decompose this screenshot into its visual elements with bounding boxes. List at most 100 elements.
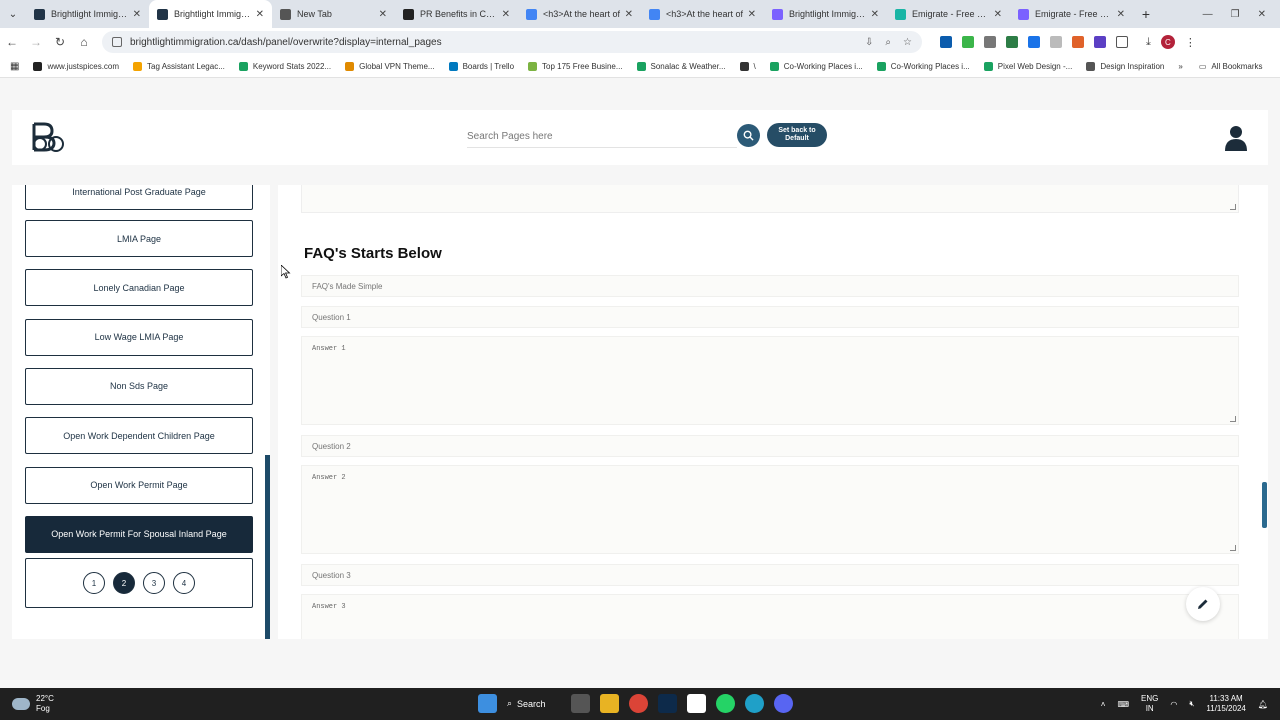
close-tab-icon[interactable]: ✕ xyxy=(1117,9,1125,20)
extension-icon[interactable] xyxy=(1006,36,1018,48)
close-window-icon[interactable]: ✕ xyxy=(1258,9,1266,20)
sidebar-page-item[interactable]: Open Work Dependent Children Page xyxy=(25,417,253,455)
close-tab-icon[interactable]: ✕ xyxy=(133,9,141,20)
extension-icon[interactable] xyxy=(1094,36,1106,48)
task-view-icon[interactable] xyxy=(571,694,590,713)
browser-tab[interactable]: Emigrate - Free arrow ✕ xyxy=(1010,0,1133,28)
extension-icon[interactable] xyxy=(1028,36,1040,48)
pagination-page-button[interactable]: 2 xyxy=(113,572,135,594)
bookmark-item[interactable]: Design Inspiration xyxy=(1086,62,1164,71)
bookmark-item[interactable]: Top 175 Free Busine... xyxy=(528,62,623,71)
answer-2-textarea[interactable]: Answer 2 xyxy=(301,465,1239,554)
language-indicator[interactable]: ENG IN xyxy=(1141,694,1158,714)
resize-handle-icon[interactable] xyxy=(1230,545,1236,551)
home-icon[interactable]: ⌂ xyxy=(72,35,96,49)
close-tab-icon[interactable]: ✕ xyxy=(748,9,756,20)
close-tab-icon[interactable]: ✕ xyxy=(256,9,264,20)
user-icon[interactable] xyxy=(1224,125,1248,151)
restore-icon[interactable]: ❐ xyxy=(1231,9,1240,20)
zoom-icon[interactable]: ⌕ xyxy=(885,37,891,48)
browser-tab[interactable]: <h3>At the heart of ✕ xyxy=(518,0,641,28)
question-2-input[interactable] xyxy=(301,435,1239,457)
bookmark-item[interactable]: www.justspices.com xyxy=(33,62,119,71)
sidebar-page-item[interactable]: Non Sds Page xyxy=(25,367,253,405)
question-3-input[interactable] xyxy=(301,564,1239,586)
question-1-input[interactable] xyxy=(301,306,1239,328)
more-bookmarks-icon[interactable]: » xyxy=(1178,62,1182,71)
notion-icon[interactable] xyxy=(687,694,706,713)
close-tab-icon[interactable]: ✕ xyxy=(502,9,510,20)
resize-handle-icon[interactable] xyxy=(1230,416,1236,422)
resize-handle-icon[interactable] xyxy=(1230,204,1236,210)
chrome-icon[interactable] xyxy=(629,694,648,713)
browser-tab[interactable]: <h3>At the heart of ✕ xyxy=(641,0,764,28)
sidebar-item-international-post-graduate[interactable]: International Post Graduate Page xyxy=(25,185,253,210)
previous-section-textarea[interactable] xyxy=(301,185,1239,213)
search-pages-input[interactable] xyxy=(467,126,737,148)
all-bookmarks-folder[interactable]: ▭ All Bookmarks xyxy=(1199,62,1263,71)
browser-tab[interactable]: Emigrate - Free arrow ✕ xyxy=(887,0,1010,28)
extension-icon[interactable] xyxy=(1050,36,1062,48)
bookmark-item[interactable]: \ xyxy=(739,62,756,71)
brightlight-logo[interactable] xyxy=(28,122,66,152)
tab-search-icon[interactable]: ⌄ xyxy=(0,0,26,28)
chrome-menu-icon[interactable]: ⋮ xyxy=(1185,36,1196,49)
close-tab-icon[interactable]: ✕ xyxy=(625,9,633,20)
sidebar-page-item[interactable]: Low Wage LMIA Page xyxy=(25,318,253,356)
bookmark-item[interactable]: Co-Working Places i... xyxy=(876,62,970,71)
answer-3-textarea[interactable]: Answer 3 xyxy=(301,594,1239,639)
clock[interactable]: 11:33 AM 11/15/2024 xyxy=(1206,694,1245,714)
close-tab-icon[interactable]: ✕ xyxy=(871,9,879,20)
answer-1-textarea[interactable]: Answer 1 xyxy=(301,336,1239,425)
whatsapp-icon[interactable] xyxy=(716,694,735,713)
windows-start-icon[interactable] xyxy=(478,694,497,713)
edit-button[interactable] xyxy=(1186,587,1220,621)
bookmark-item[interactable]: Sonalac & Weather... xyxy=(636,62,726,71)
browser-tab[interactable]: Brightlight Immigration ✕ xyxy=(764,0,887,28)
bookmark-item[interactable]: Keyword Stats 2022... xyxy=(238,62,331,71)
downloads-icon[interactable]: ⤓ xyxy=(1146,36,1151,49)
sidebar-page-item[interactable]: Lonely Canadian Page xyxy=(25,269,253,307)
sidebar-page-item[interactable]: Open Work Permit For Spousal Inland Page xyxy=(25,515,253,553)
profile-avatar[interactable]: C xyxy=(1160,35,1175,49)
faq-title-input[interactable] xyxy=(301,275,1239,297)
bookmark-item[interactable]: Co-Working Places i... xyxy=(769,62,863,71)
minimize-icon[interactable]: — xyxy=(1203,9,1213,20)
page-scrollbar[interactable] xyxy=(1262,482,1267,528)
taskbar-search[interactable]: ⌕ Search xyxy=(507,698,561,709)
close-tab-icon[interactable]: ✕ xyxy=(994,9,1002,20)
sidebar-page-item[interactable]: LMIA Page xyxy=(25,220,253,257)
search-button[interactable] xyxy=(737,124,760,147)
edge-icon[interactable] xyxy=(745,694,764,713)
sidebar-scrollbar[interactable] xyxy=(265,455,270,639)
bookmark-item[interactable]: Pixel Web Design -... xyxy=(983,62,1072,71)
extension-icon[interactable] xyxy=(962,36,974,48)
keyboard-icon[interactable]: ⌨ xyxy=(1117,700,1129,709)
sidebar-page-item[interactable]: Open Work Permit Page xyxy=(25,466,253,504)
volume-muted-icon[interactable]: 🔇︎ xyxy=(1189,699,1194,709)
extension-icon[interactable] xyxy=(1072,36,1084,48)
close-tab-icon[interactable]: ✕ xyxy=(379,9,387,20)
bookmark-star-icon[interactable]: ☆ xyxy=(903,37,912,48)
set-back-to-default-button[interactable]: Set back to Default xyxy=(767,123,827,147)
extension-icon[interactable] xyxy=(940,36,952,48)
apps-grid-icon[interactable]: ▦ xyxy=(10,61,19,72)
pagination-page-button[interactable]: 1 xyxy=(83,572,105,594)
browser-tab[interactable]: Brightlight Immigration ✕ xyxy=(26,0,149,28)
weather-widget[interactable]: 22°C Fog xyxy=(12,694,54,714)
bookmark-item[interactable]: Tag Assistant Legac... xyxy=(133,62,225,71)
notification-bell-icon[interactable]: 🔔︎ xyxy=(1258,700,1268,709)
browser-tab[interactable]: Brightlight Immigration ✕ xyxy=(149,0,272,28)
reload-icon[interactable]: ↻ xyxy=(48,35,72,49)
discord-icon[interactable] xyxy=(774,694,793,713)
wifi-icon[interactable]: ◠ xyxy=(1170,700,1177,709)
photoshop-icon[interactable] xyxy=(658,694,677,713)
browser-tab[interactable]: New Tab ✕ xyxy=(272,0,395,28)
browser-tab[interactable]: PR Benefits in Canada ✕ xyxy=(395,0,518,28)
bookmark-item[interactable]: Boards | Trello xyxy=(448,62,514,71)
new-tab-button[interactable]: + xyxy=(1133,6,1159,22)
back-icon[interactable]: ← xyxy=(0,35,24,49)
file-explorer-icon[interactable] xyxy=(600,694,619,713)
tray-chevron-icon[interactable]: ˄ xyxy=(1101,700,1106,709)
bookmark-item[interactable]: Global VPN Theme... xyxy=(345,62,435,71)
